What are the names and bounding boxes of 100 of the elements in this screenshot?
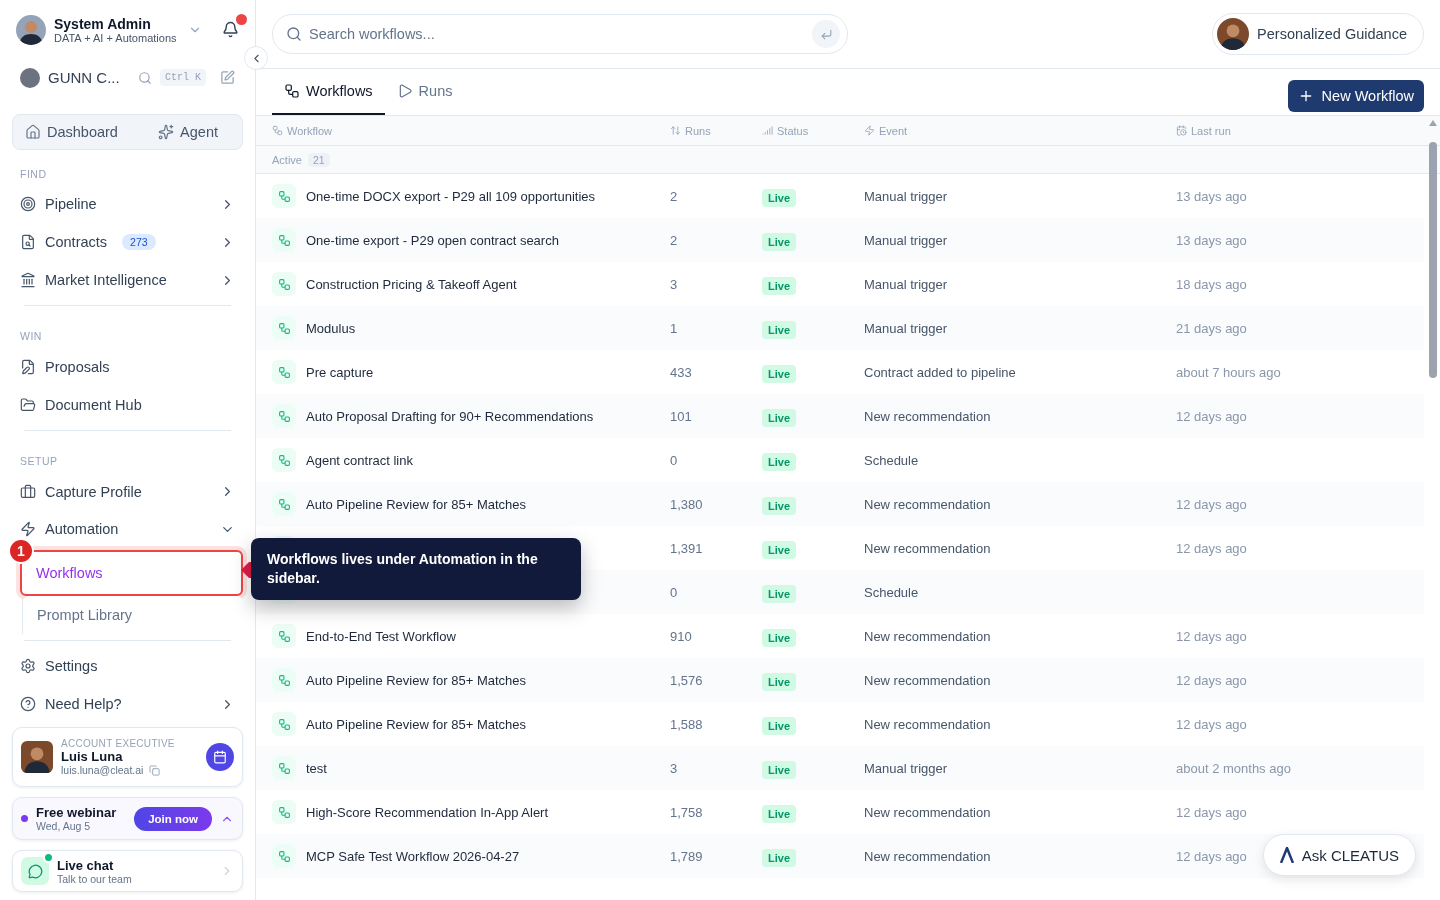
workflow-name[interactable]: Auto Pipeline Review for 85+ Matches <box>306 716 527 732</box>
section-title: WIN <box>19 330 43 343</box>
contact-name: Luis Luna <box>61 749 124 764</box>
event-cell: New recommendation <box>864 628 991 644</box>
runs-cell: 1,576 <box>670 672 703 688</box>
workflow-name[interactable]: Auto Pipeline Review for 85+ Matches <box>306 672 527 688</box>
status-dot <box>21 815 28 822</box>
event-cell: New recommendation <box>864 496 991 512</box>
nav-item[interactable]: Need Help? <box>12 685 243 723</box>
nav-item[interactable]: Settings <box>12 647 243 686</box>
folder-icon <box>20 396 36 413</box>
search-icon[interactable] <box>138 70 152 85</box>
status-badge: Live <box>762 673 796 691</box>
status-badge: Live <box>762 321 796 339</box>
home-icon <box>25 123 41 140</box>
status-badge: Live <box>762 629 796 647</box>
workflow-name[interactable]: Auto Pipeline Review for 85+ Matches <box>306 496 527 512</box>
runs-cell: 0 <box>670 584 678 600</box>
last-run-cell-text: 12 days ago <box>1175 804 1247 820</box>
nav-item[interactable]: Proposals <box>12 348 243 386</box>
last-run-cell-text: 13 days ago <box>1175 232 1247 248</box>
last-run-cell-text: 12 days ago <box>1175 672 1247 688</box>
last-run-cell-text: 18 days ago <box>1175 276 1247 292</box>
event-cell: Manual trigger <box>864 276 948 292</box>
join-button[interactable]: Join now <box>134 806 212 831</box>
workflow-name[interactable]: test <box>306 760 327 776</box>
collapse-button[interactable] <box>244 46 268 70</box>
quick-nav-button[interactable]: Dashboard <box>25 123 118 140</box>
live-chat-card[interactable]: Live chat Talk to our team <box>12 850 243 892</box>
last-run-cell-text: 21 days ago <box>1175 320 1247 336</box>
status-badge: Live <box>762 189 796 207</box>
copy-icon[interactable] <box>149 764 161 776</box>
chat-subtitle: Talk to our team <box>57 872 133 885</box>
nav-item[interactable]: Pipeline <box>12 185 243 224</box>
guidance-button[interactable]: Personalized Guidance <box>1212 13 1424 55</box>
runs-cell: 101 <box>670 408 692 424</box>
status-badge: Live <box>762 365 796 383</box>
edit-icon[interactable] <box>220 70 235 86</box>
avatar <box>16 14 46 45</box>
runs-cell: 910 <box>670 628 692 644</box>
workflow-name[interactable]: Agent contract link <box>306 452 413 468</box>
quick-nav-button[interactable]: Agent <box>158 123 218 140</box>
runs-cell: 1 <box>670 320 678 336</box>
tooltip: Workflows lives under Automation in the sidebar. <box>251 538 581 600</box>
last-run-cell-text: 12 days ago <box>1175 540 1247 556</box>
workflow-name[interactable]: Pre capture <box>306 364 374 380</box>
last-run-cell-text: 13 days ago <box>1175 188 1247 204</box>
workflow-name[interactable]: One-time export - P29 open contract search <box>306 232 559 248</box>
workflow-name[interactable]: High-Score Recommendation In-App Alert <box>306 804 549 820</box>
event-cell: New recommendation <box>864 716 991 732</box>
event-cell: New recommendation <box>864 848 991 864</box>
status-badge: Live <box>762 233 796 251</box>
group-label: Active <box>272 153 302 166</box>
tab[interactable]: Runs <box>384 69 465 115</box>
caret-logo-icon <box>1279 847 1294 863</box>
event-cell: Manual trigger <box>864 760 948 776</box>
calendar-icon <box>213 750 227 764</box>
nav-item[interactable]: Market Intelligence <box>12 261 243 300</box>
scrollbar-thumb[interactable] <box>1429 142 1437 378</box>
avatar <box>1217 18 1250 50</box>
workflow-name[interactable]: One-time DOCX export - P29 all 109 opportunities <box>306 188 596 204</box>
webinar-date: Wed, Aug 5 <box>36 820 92 832</box>
calendar-button[interactable] <box>206 743 234 771</box>
workflow-name[interactable]: Construction Pricing & Takeoff Agent <box>306 276 517 292</box>
new-workflow-button[interactable]: New Workflow <box>1287 80 1424 112</box>
status-badge: Live <box>762 453 796 471</box>
nav-item[interactable]: Capture Profile <box>12 472 243 511</box>
count-badge: 273 <box>122 234 156 251</box>
section-title: SETUP <box>19 454 59 467</box>
signal-icon <box>762 125 773 136</box>
last-run-cell-text: 12 days ago <box>1175 408 1247 424</box>
nav-item[interactable]: Document Hub <box>12 385 243 424</box>
event-cell: Manual trigger <box>864 232 948 248</box>
sparkles-icon <box>158 123 175 140</box>
status-badge: Live <box>762 585 796 603</box>
event-cell: New recommendation <box>864 804 991 820</box>
event-cell: New recommendation <box>864 540 991 556</box>
workflow-name[interactable]: End-to-End Test Workflow <box>306 628 456 644</box>
search-field[interactable]: Search workflows... <box>272 14 848 54</box>
enter-icon <box>819 27 833 41</box>
runs-cell: 3 <box>670 276 678 292</box>
org-name[interactable]: GUNN C... <box>48 69 130 87</box>
nav-item[interactable]: Contracts 273 <box>12 223 243 262</box>
document-search-icon <box>20 234 36 251</box>
runs-cell: 1,380 <box>670 496 703 512</box>
status-badge: Live <box>762 409 796 427</box>
workflow-name[interactable]: Modulus <box>306 320 356 336</box>
group-count: 21 <box>307 152 330 167</box>
runs-cell: 1,758 <box>670 804 703 820</box>
scroll-up-icon[interactable] <box>1429 120 1437 126</box>
chat-title: Live chat <box>57 857 115 873</box>
bell-icon[interactable] <box>222 21 239 39</box>
status-badge: Live <box>762 497 796 515</box>
lightning-icon <box>20 521 36 538</box>
sort-icon <box>670 125 681 136</box>
status-badge: Live <box>762 541 796 559</box>
workflow-name[interactable]: Auto Proposal Drafting for 90+ Recommendations <box>306 408 594 424</box>
bank-icon <box>20 272 36 289</box>
workflow-name[interactable]: MCP Safe Test Workflow 2026-04-27 <box>306 848 520 864</box>
assistant-button[interactable]: Ask CLEATUS <box>1262 834 1416 876</box>
